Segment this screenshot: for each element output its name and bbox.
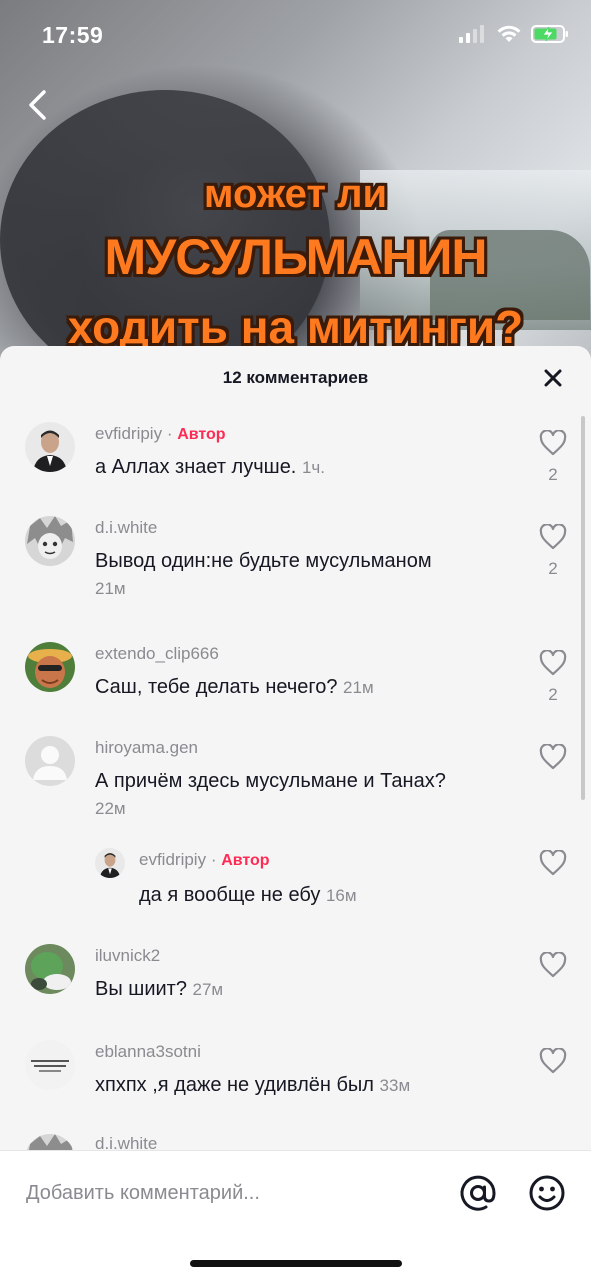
- heart-outline-icon: [539, 1047, 567, 1074]
- comment-time: 21м: [95, 579, 126, 598]
- avatar[interactable]: [25, 642, 75, 692]
- comment-time: 21м: [343, 678, 374, 697]
- back-button[interactable]: [22, 86, 58, 126]
- comment-username[interactable]: iluvnick2: [95, 946, 160, 965]
- home-indicator[interactable]: [190, 1260, 402, 1267]
- avatar-photo: [95, 848, 125, 878]
- default-avatar-icon: [25, 736, 75, 786]
- comment-text: Вы шиит?: [95, 978, 187, 1000]
- comment-input-bar: [0, 1150, 591, 1280]
- comment-username-row: eblanna3sotni: [95, 1042, 201, 1062]
- comment-input[interactable]: [26, 1175, 406, 1211]
- comment-text: хпхпх ,я даже не удивлён был: [95, 1074, 374, 1096]
- avatar-photo: [25, 422, 75, 472]
- emoji-button[interactable]: [527, 1173, 567, 1213]
- mention-button[interactable]: [458, 1173, 498, 1213]
- wifi-icon: [497, 25, 521, 42]
- close-button[interactable]: [539, 364, 567, 392]
- video-caption-line-2: МУСУЛЬМАНИН: [104, 229, 487, 285]
- heart-outline-icon: [539, 523, 567, 550]
- author-badge: Автор: [177, 426, 226, 443]
- avatar-photo: [25, 1040, 75, 1090]
- comment-username-row: hiroyama.gen: [95, 738, 198, 758]
- comment-username[interactable]: d.i.white: [95, 518, 157, 537]
- comments-header: 12 комментариев: [0, 346, 591, 408]
- comment-time: 22м: [95, 799, 126, 818]
- comment-body[interactable]: Вывод один:не будьте мусульманом 21м: [95, 548, 515, 602]
- like-button[interactable]: 2: [533, 429, 573, 485]
- avatar-photo: [25, 944, 75, 994]
- like-count: 2: [548, 559, 558, 578]
- comment-item: eblanna3sotni хпхпх ,я даже не удивлён б…: [0, 1036, 591, 1128]
- comment-body[interactable]: да я вообще не ебу 16м: [139, 882, 519, 909]
- comment-text: Саш, тебе делать нечего?: [95, 676, 338, 698]
- comment-username-row: iluvnick2: [95, 946, 160, 966]
- comment-body[interactable]: А причём здесь мусульмане и Танах? 22м: [95, 768, 515, 822]
- comment-body[interactable]: а Аллах знает лучше. 1ч.: [95, 454, 515, 481]
- chevron-left-icon: [29, 90, 46, 120]
- comment-item: evfidripiy · Автор а Аллах знает лучше. …: [0, 418, 591, 508]
- avatar[interactable]: [25, 516, 75, 566]
- comment-body[interactable]: хпхпх ,я даже не удивлён был 33м: [95, 1072, 515, 1099]
- comment-time: 27м: [192, 980, 224, 999]
- smiley-icon: [529, 1175, 565, 1211]
- comment-text: а Аллах знает лучше.: [95, 456, 297, 478]
- comment-time: 16м: [325, 886, 357, 905]
- avatar[interactable]: [25, 736, 75, 786]
- comment-username-row: extendo_clip666: [95, 644, 219, 664]
- like-button[interactable]: [533, 849, 573, 881]
- reply-item: evfidripiy · Автор да я вообще не ебу 16…: [0, 844, 591, 934]
- comment-username[interactable]: extendo_clip666: [95, 644, 219, 663]
- close-icon: [544, 369, 562, 387]
- comments-sheet: 12 комментариев evfidripiy · Автор а Алл…: [0, 346, 591, 1280]
- avatar-photo: [25, 642, 75, 692]
- comment-item: d.i.white Вывод один:не будьте мусульман…: [0, 512, 591, 632]
- avatar[interactable]: [25, 1040, 75, 1090]
- author-badge: Автор: [221, 852, 270, 869]
- comment-username[interactable]: evfidripiy: [95, 424, 162, 443]
- author-separator: ·: [206, 850, 222, 869]
- at-sign-icon: [460, 1175, 496, 1211]
- avatar[interactable]: [95, 848, 125, 878]
- author-separator: ·: [162, 424, 178, 443]
- status-time: 17:59: [42, 22, 104, 48]
- heart-outline-icon: [539, 951, 567, 978]
- comment-time: 1ч.: [301, 458, 325, 477]
- comment-item: iluvnick2 Вы шиит? 27м: [0, 940, 591, 1032]
- comment-text: Вывод один:не будьте мусульманом: [95, 550, 432, 572]
- comment-username[interactable]: eblanna3sotni: [95, 1042, 201, 1061]
- avatar-photo: [25, 516, 75, 566]
- comment-time: 33м: [379, 1076, 411, 1095]
- avatar[interactable]: [25, 422, 75, 472]
- status-bar: 17:59: [0, 0, 591, 70]
- heart-outline-icon: [539, 649, 567, 676]
- like-button[interactable]: [533, 951, 573, 983]
- heart-outline-icon: [539, 743, 567, 770]
- status-icons: [459, 24, 569, 44]
- signal-icon: [459, 25, 484, 43]
- comment-username-row: evfidripiy · Автор: [95, 424, 226, 444]
- comment-username[interactable]: evfidripiy: [139, 850, 206, 869]
- comment-username-row: d.i.white: [95, 518, 157, 538]
- video-caption-line-1: может ли: [203, 172, 388, 216]
- comment-item: hiroyama.gen А причём здесь мусульмане и…: [0, 732, 591, 844]
- like-button[interactable]: [533, 1047, 573, 1079]
- comment-body[interactable]: Саш, тебе делать нечего? 21м: [95, 674, 515, 701]
- comment-username[interactable]: hiroyama.gen: [95, 738, 198, 757]
- comments-count-title: 12 комментариев: [222, 368, 369, 387]
- like-count: 2: [548, 465, 558, 484]
- heart-outline-icon: [539, 429, 567, 456]
- like-button[interactable]: 2: [533, 523, 573, 579]
- like-count: 2: [548, 685, 558, 704]
- comment-text: да я вообще не ебу: [139, 884, 321, 906]
- avatar[interactable]: [25, 944, 75, 994]
- comment-text: А причём здесь мусульмане и Танах?: [95, 770, 446, 792]
- battery-charging-icon: [531, 25, 568, 43]
- heart-outline-icon: [539, 849, 567, 876]
- like-button[interactable]: [533, 743, 573, 775]
- comment-body[interactable]: Вы шиит? 27м: [95, 976, 515, 1003]
- like-button[interactable]: 2: [533, 649, 573, 705]
- comment-item: extendo_clip666 Саш, тебе делать нечего?…: [0, 638, 591, 734]
- comment-username-row: evfidripiy · Автор: [139, 850, 270, 870]
